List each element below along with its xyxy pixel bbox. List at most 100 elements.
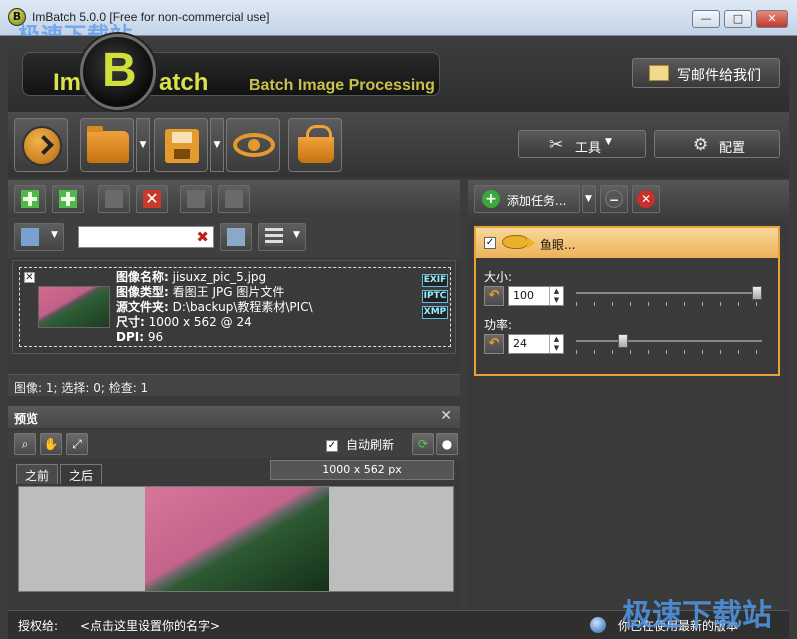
- globe-icon[interactable]: ●: [436, 433, 458, 455]
- auto-refresh-label: 自动刷新: [346, 438, 395, 452]
- iptc-badge[interactable]: IPTC: [422, 290, 448, 303]
- power-slider[interactable]: [576, 334, 766, 358]
- power-label: 功率:: [484, 318, 513, 332]
- tab-after[interactable]: 之后: [60, 464, 103, 484]
- image-list-toolbar: ✕: [8, 180, 460, 218]
- name-value: jisuxz_pic_5.jpg: [172, 270, 267, 284]
- shop-button[interactable]: [288, 118, 342, 172]
- save-disk-icon: [165, 129, 199, 163]
- slider-ticks: [576, 302, 762, 306]
- eye-icon: [233, 133, 275, 157]
- image-dimensions: 1000 x 562 px: [270, 460, 454, 480]
- play-icon: [22, 126, 62, 166]
- image-meta: 图像名称: jisuxz_pic_5.jpg 图像类型: 看图王 JPG 图片文…: [116, 270, 313, 345]
- run-button[interactable]: [14, 118, 68, 172]
- image-list-panel: ✕ ▼ ✖ ▼ ✕ 图像名称: jisuxz_pic_5.jpg 图像类型: 看…: [8, 180, 460, 608]
- clear-tasks-button[interactable]: ✕: [632, 185, 660, 213]
- add-image-button[interactable]: [14, 185, 46, 213]
- move-down-button[interactable]: [218, 185, 250, 213]
- move-up-button[interactable]: [180, 185, 212, 213]
- globe-icon: [590, 617, 606, 633]
- gear-icon: ⚙: [693, 135, 709, 155]
- logo-ball: B: [80, 34, 156, 110]
- maximize-button[interactable]: □: [724, 10, 752, 28]
- name-key: 图像名称:: [116, 270, 169, 284]
- task-enabled-checkbox[interactable]: ✓: [484, 237, 496, 249]
- email-us-label: 写邮件给我们: [677, 68, 761, 84]
- select-button[interactable]: ▼: [14, 223, 64, 251]
- task-header[interactable]: ✓ 鱼眼...: [476, 228, 778, 258]
- xmp-badge[interactable]: XMP: [422, 306, 448, 319]
- fisheye-task-card: ✓ 鱼眼... 大小: ↶ 100 ▲ ▼ 功率: ↶ 24 ▲ ▼: [474, 226, 780, 376]
- size-stepper[interactable]: 100 ▲ ▼: [508, 286, 564, 306]
- watermark-bottom: 极速下载站: [622, 598, 772, 633]
- view-mode-button[interactable]: ▼: [258, 223, 306, 251]
- clear-button[interactable]: ✕: [136, 185, 168, 213]
- add-task-button[interactable]: + 添加任务...: [474, 185, 580, 213]
- filter-toolbar: ▼ ✖ ▼: [8, 218, 460, 258]
- tab-before[interactable]: 之前: [16, 464, 59, 484]
- preview-eye-button[interactable]: [226, 118, 280, 172]
- add-folder-icon: [59, 190, 77, 208]
- power-slider-thumb[interactable]: [618, 334, 628, 348]
- image-status-bar: 图像: 1; 选择: 0; 检查: 1: [8, 374, 460, 396]
- chevron-down-icon: ▼: [51, 230, 58, 240]
- preview-header: 预览 ✕: [8, 406, 460, 428]
- open-folder-dropdown[interactable]: ▼: [136, 118, 150, 172]
- power-reset-button[interactable]: ↶: [484, 334, 504, 354]
- preview-image: [145, 487, 329, 591]
- list-item[interactable]: ✕ 图像名称: jisuxz_pic_5.jpg 图像类型: 看图王 JPG 图…: [19, 267, 451, 347]
- save-button[interactable]: [154, 118, 208, 172]
- item-checkbox[interactable]: ✕: [24, 272, 35, 283]
- move-down-icon: [225, 190, 243, 208]
- size-value: 1000 x 562 @ 24: [148, 315, 252, 329]
- preview-canvas[interactable]: [18, 486, 454, 592]
- config-button[interactable]: ⚙ 配置: [654, 130, 780, 158]
- slider-ticks: [576, 350, 762, 354]
- chevron-down-icon: ▼: [293, 230, 300, 240]
- image-settings-button[interactable]: [220, 223, 252, 251]
- size-slider-thumb[interactable]: [752, 286, 762, 300]
- dpi-key: DPI:: [116, 330, 145, 344]
- add-task-icon: +: [482, 190, 500, 208]
- license-name-link[interactable]: <点击这里设置你的名字>: [80, 617, 220, 634]
- add-folder-button[interactable]: [52, 185, 84, 213]
- fit-image-icon[interactable]: ⤢: [66, 433, 88, 455]
- size-slider[interactable]: [576, 286, 766, 310]
- chevron-down-icon: ▼: [585, 194, 592, 204]
- delete-icon: ✕: [143, 190, 161, 208]
- tools-button[interactable]: ✂ 工具 ▼: [518, 130, 646, 158]
- close-button[interactable]: ✕: [756, 10, 788, 28]
- close-preview-icon[interactable]: ✕: [440, 408, 452, 424]
- clear-search-icon[interactable]: ✖: [196, 228, 209, 246]
- zoom-icon[interactable]: ⌕: [14, 433, 36, 455]
- size-reset-button[interactable]: ↶: [484, 286, 504, 306]
- auto-refresh-toggle[interactable]: ✓ 自动刷新: [326, 436, 394, 453]
- minimize-button[interactable]: —: [692, 10, 720, 28]
- forest-aerial-image: [145, 487, 329, 591]
- header-band: Im atch Batch Image Processing B 写邮件给我们: [8, 34, 789, 112]
- stepper-arrows-icon[interactable]: ▲ ▼: [549, 287, 563, 305]
- chevron-down-icon: ▼: [605, 137, 612, 147]
- exif-badge[interactable]: EXIF: [422, 274, 448, 287]
- forest-aerial-image: [39, 287, 109, 327]
- remove-button[interactable]: [98, 185, 130, 213]
- logo-subtitle: Batch Image Processing: [249, 77, 435, 94]
- type-key: 图像类型:: [116, 285, 169, 299]
- power-stepper[interactable]: 24 ▲ ▼: [508, 334, 564, 354]
- auto-refresh-checkbox[interactable]: ✓: [326, 439, 338, 452]
- open-folder-button[interactable]: [80, 118, 134, 172]
- size-slider-track: [576, 292, 762, 294]
- search-field[interactable]: ✖: [78, 226, 214, 248]
- search-input[interactable]: [81, 229, 187, 245]
- image-status-text: 图像: 1; 选择: 0; 检查: 1: [14, 381, 149, 395]
- stepper-arrows-icon[interactable]: ▲ ▼: [549, 335, 563, 353]
- email-us-button[interactable]: 写邮件给我们: [632, 58, 780, 88]
- add-task-dropdown[interactable]: ▼: [582, 185, 596, 213]
- save-dropdown[interactable]: ▼: [210, 118, 224, 172]
- config-label: 配置: [719, 141, 746, 156]
- refresh-icon[interactable]: ⟳: [412, 433, 434, 455]
- size-label: 大小:: [484, 270, 513, 284]
- remove-task-button[interactable]: −: [600, 185, 628, 213]
- pan-hand-icon[interactable]: ✋: [40, 433, 62, 455]
